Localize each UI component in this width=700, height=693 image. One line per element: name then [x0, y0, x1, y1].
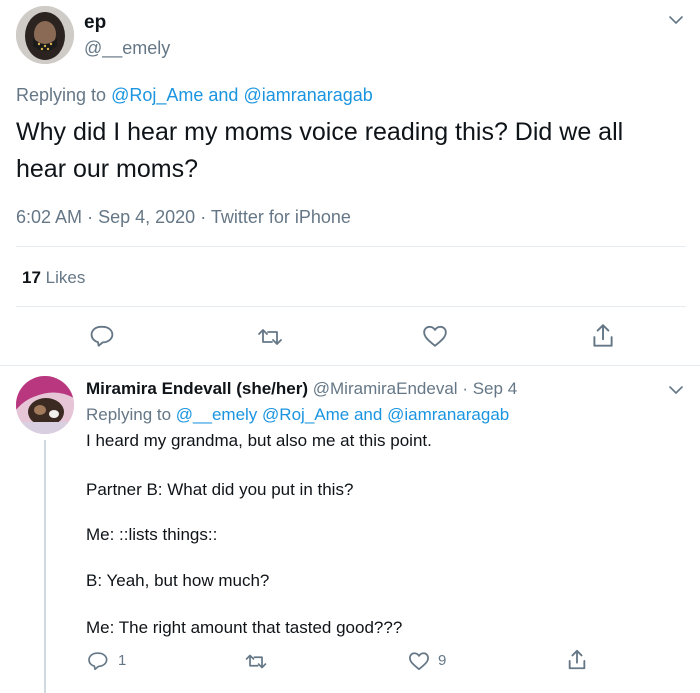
mention-link[interactable]: @Roj_Ame	[111, 85, 203, 105]
chevron-down-icon[interactable]	[666, 380, 686, 400]
retweet-icon[interactable]	[256, 324, 284, 350]
separator: ·	[200, 207, 207, 227]
separator: ·	[462, 379, 468, 398]
tweet-text-line: hear our moms?	[16, 155, 199, 183]
mention-link[interactable]: @iamranaragab	[243, 85, 372, 105]
thread-line	[44, 440, 46, 693]
tweet-meta: 6:02 AM · Sep 4, 2020 · Twitter for iPho…	[16, 207, 351, 228]
avatar-ep[interactable]	[16, 6, 74, 64]
reply-icon[interactable]	[86, 650, 108, 672]
reply-text-line: B: Yeah, but how much?	[86, 571, 270, 590]
like-icon[interactable]	[408, 651, 430, 671]
share-icon[interactable]	[566, 648, 588, 672]
reply-text-line: Partner B: What did you put in this?	[86, 480, 354, 499]
separator: ·	[87, 207, 94, 227]
mention-link[interactable]: @Roj_Ame	[262, 405, 349, 424]
divider	[16, 306, 686, 307]
reply-author-handle[interactable]: @MiramiraEndeval	[313, 379, 458, 398]
reply-icon[interactable]	[88, 323, 114, 349]
divider	[0, 365, 700, 366]
reply-header: Miramira Endevall (she/her) @MiramiraEnd…	[86, 379, 517, 399]
likes-label: Likes	[45, 268, 86, 287]
tweet-text-line: Why did I hear my moms voice reading thi…	[16, 118, 624, 146]
replying-prefix: Replying to	[16, 85, 107, 105]
tweet-date[interactable]: Sep 4, 2020	[98, 207, 195, 227]
chevron-down-icon[interactable]	[666, 10, 686, 30]
likes-count: 17	[22, 268, 41, 287]
tweet-time[interactable]: 6:02 AM	[16, 207, 82, 227]
replying-and: and	[208, 85, 239, 105]
divider	[16, 246, 686, 247]
reply-text-line: I heard my grandma, but also me at this …	[86, 431, 432, 450]
reply-count: 1	[118, 652, 127, 669]
retweet-icon[interactable]	[244, 651, 268, 672]
share-icon[interactable]	[590, 322, 616, 350]
author-name[interactable]: ep	[84, 12, 106, 34]
reply-text-line: Me: ::lists things::	[86, 525, 218, 544]
mention-link[interactable]: @__emely	[176, 405, 258, 424]
reply-replying-to: Replying to @__emely @Roj_Ame and @iamra…	[86, 405, 509, 425]
mention-link[interactable]: @iamranaragab	[387, 405, 509, 424]
like-count: 9	[438, 652, 447, 669]
replying-to: Replying to @Roj_Ame and @iamranaragab	[16, 85, 373, 106]
author-handle[interactable]: @__emely	[84, 38, 170, 59]
tweet-source[interactable]: Twitter for iPhone	[211, 207, 351, 227]
likes-stat[interactable]: 17 Likes	[22, 268, 85, 288]
reply-text-line: Me: The right amount that tasted good???	[86, 618, 403, 637]
like-icon[interactable]	[422, 324, 448, 348]
reply-author-name[interactable]: Miramira Endevall (she/her)	[86, 379, 308, 398]
replying-prefix: Replying to	[86, 405, 172, 424]
avatar-miramira[interactable]	[16, 376, 74, 434]
replying-and: and	[353, 405, 383, 424]
reply-date[interactable]: Sep 4	[473, 379, 517, 398]
